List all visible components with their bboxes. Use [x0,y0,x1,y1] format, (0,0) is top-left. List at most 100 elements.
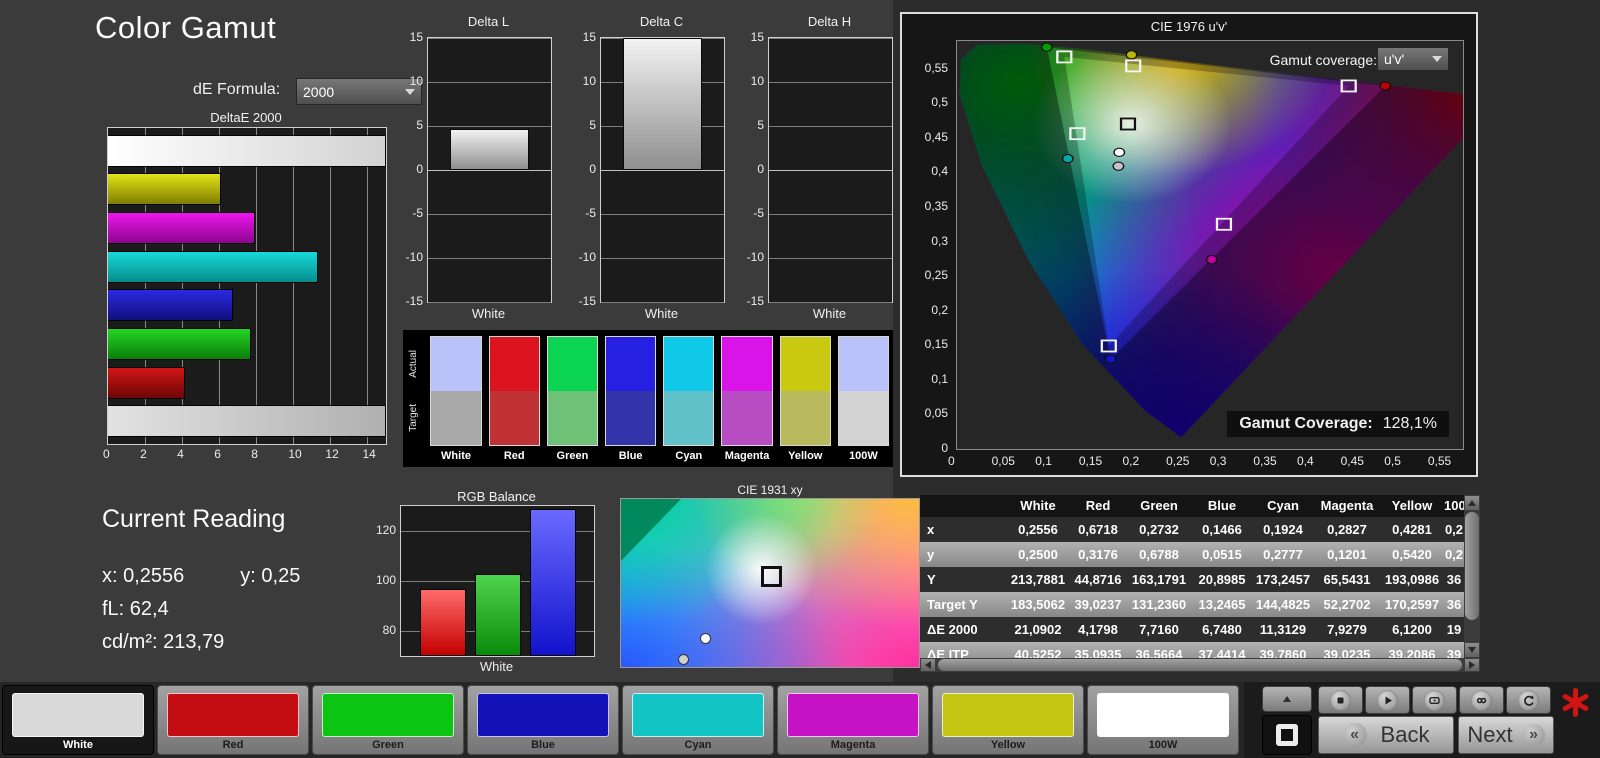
swatch-pair [721,336,773,446]
table-horizontal-scrollbar[interactable] [920,658,1480,672]
arrow-down-icon [1468,647,1476,653]
deltae-bar-row [108,366,386,399]
table-cell: 6,7480 [1202,622,1242,637]
table-vertical-scrollbar[interactable] [1464,495,1480,658]
deltae-bar-blue [108,289,234,322]
rgb-y-tick: 120 [375,523,396,537]
scroll-left-button[interactable] [921,659,935,671]
deltae-bar-row [108,405,386,438]
mini-gridline [601,302,724,303]
stop-button[interactable] [1318,686,1363,714]
table-cell: 36 [1446,597,1462,612]
swatch-pair [605,336,657,446]
swatch-column-green: Green [546,336,599,467]
deltae-bar-red [108,366,186,399]
table-header-100W: 100W [1444,498,1464,513]
mini-gridline [428,170,551,171]
gamut-coverage-dropdown[interactable]: u'v' [1377,47,1449,71]
cie-1931-gamut-corner [621,499,681,561]
pattern-patch-green[interactable]: Green [312,685,464,755]
table-cell: 0,1201 [1327,547,1367,562]
cie-1931-title: CIE 1931 xy [737,483,803,497]
swatch-column-red: Red [488,336,540,467]
pattern-patch-red[interactable]: Red [157,685,309,755]
table-row-target-y: Target Y 183,5062 39,0237 131,2360 13,2465 14… [920,592,1464,617]
table-cell: 37,4414 [1198,647,1246,658]
row-label: Target Y [927,597,978,612]
scroll-right-button[interactable] [1465,659,1479,671]
uv-x-tick: 0,4 [1296,454,1314,468]
swatch-column-blue: Blue [605,336,657,467]
next-button[interactable]: Next » [1458,716,1554,754]
horizontal-scroll-thumb[interactable] [938,659,1462,671]
pattern-patch-magenta[interactable]: Magenta [777,685,929,755]
mini-gridline [428,126,551,127]
table-cell: 11,3129 [1259,622,1307,637]
infinite-button[interactable] [1459,686,1504,714]
back-button[interactable]: « Back [1318,716,1454,754]
target-swatch [780,391,830,445]
mini-chart-bar [450,128,529,170]
swatch-pair [546,336,599,446]
asterisk-icon[interactable] [1560,687,1591,718]
collapse-button[interactable] [1262,686,1312,712]
deltae-bar-row [108,134,386,167]
deltae-bar-100w [108,405,386,438]
mini-y-tick: -15 [578,294,596,308]
swatch-pair [488,336,540,446]
table-cell: 36 [1446,572,1462,587]
mini-gridline [428,214,551,215]
actual-row-label: Actual [408,350,419,378]
swatch-column-cyan: Cyan [663,336,715,467]
pattern-patch-yellow[interactable]: Yellow [932,685,1084,755]
gamut-coverage-label: Gamut Coverage: [1239,415,1373,432]
uv-y-tick: 0,25 [924,268,948,283]
mini-y-tick: -10 [746,250,764,264]
swatch-row-labels: Actual Target [407,336,423,467]
deltae-x-tick: 2 [140,447,147,461]
pattern-patch-100w[interactable]: 100W [1087,685,1239,755]
table-cell: 163,1791 [1131,572,1187,587]
pattern-patch-blue[interactable]: Blue [467,685,619,755]
table-cell: 0,6788 [1139,547,1179,562]
table-cell: 39,0235 [1323,647,1371,658]
xy-measurement-dot-1 [699,633,711,645]
table-cell: 52,2702 [1323,597,1371,612]
target-swatch [431,391,481,445]
table-cell: 0,4281 [1392,522,1432,537]
mini-chart-title: Delta H [807,14,852,29]
swatch-label: Green [556,450,589,462]
mini-y-tick: 5 [416,118,423,132]
play-button[interactable] [1365,686,1410,714]
vertical-scroll-thumb[interactable] [1465,512,1479,620]
table-cell: 0,2556 [1018,522,1058,537]
scroll-up-button[interactable] [1465,496,1479,510]
target-swatch [547,391,598,445]
mini-y-tick: 10 [582,74,596,88]
stop-pattern-button[interactable] [1262,715,1312,755]
refresh-button[interactable] [1506,686,1551,714]
deltae-bar-row [108,211,386,244]
table-cell: 13,2465 [1198,597,1246,612]
uv-y-tick: 0,05 [924,406,948,421]
uv-y-tick: 0,5 [931,95,948,110]
table-cell: 170,2597 [1384,597,1440,612]
patch-label: Cyan [684,739,712,751]
table-header-White: White [1020,498,1056,513]
patch-swatch [632,693,764,737]
rgb-balance-title: RGB Balance [457,489,536,504]
step-button[interactable] [1412,686,1457,714]
deltae-bar-row [108,327,386,360]
color-gamut-screen: Color Gamut dE Formula: 2000 DeltaE 2000… [0,0,1600,758]
patch-label: 100W [1148,739,1178,751]
swatch-label: Blue [618,450,643,462]
arrow-up-icon [1468,500,1476,506]
uv-y-tick: 0 [941,441,948,455]
mini-gridline [769,214,892,215]
scroll-down-button[interactable] [1465,643,1479,657]
mini-y-tick: -5 [412,206,423,220]
mini-gridline [769,302,892,303]
table-row-y: y 0,2500 0,3176 0,6788 0,0515 0,2777 0,1201 0,5… [920,542,1464,567]
pattern-patch-white[interactable]: White [2,685,154,755]
pattern-patch-cyan[interactable]: Cyan [622,685,774,755]
